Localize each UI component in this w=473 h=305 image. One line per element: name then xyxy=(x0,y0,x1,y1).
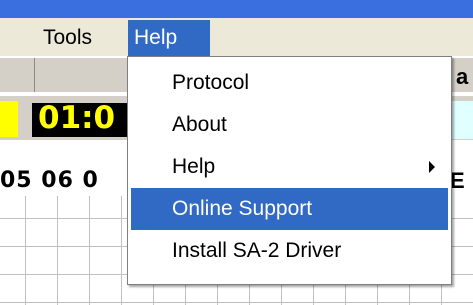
grid-line xyxy=(25,196,26,305)
menu-item-help[interactable]: Help xyxy=(131,146,448,188)
timer-text: 01:0 xyxy=(38,100,116,136)
menu-help[interactable]: Help xyxy=(128,20,210,56)
menu-item-install-sa2-driver[interactable]: Install SA-2 Driver xyxy=(131,230,448,272)
menu-bar: Tools Help xyxy=(0,18,473,56)
grid-line xyxy=(121,196,122,305)
status-indicator xyxy=(0,101,18,137)
title-bar xyxy=(0,0,473,18)
chevron-right-icon xyxy=(429,161,435,173)
grid-line xyxy=(89,196,90,305)
partial-header-label: a xyxy=(456,64,469,89)
menu-item-help-label: Help xyxy=(172,155,216,178)
hours-right-text: E xyxy=(450,168,465,193)
menu-item-about[interactable]: About xyxy=(131,104,448,146)
menu-tools[interactable]: Tools xyxy=(37,20,119,56)
header-divider xyxy=(34,58,35,92)
grid-line xyxy=(0,302,473,303)
app-window: Tools Help a 01:0 05 06 0 E Protocol Abo… xyxy=(0,0,473,305)
grid-line xyxy=(57,196,58,305)
hours-text: 05 06 0 xyxy=(0,168,99,193)
menu-item-online-support[interactable]: Online Support xyxy=(131,188,448,230)
help-dropdown-menu: Protocol About Help Online Support Insta… xyxy=(127,56,452,285)
menu-item-protocol[interactable]: Protocol xyxy=(131,62,448,104)
